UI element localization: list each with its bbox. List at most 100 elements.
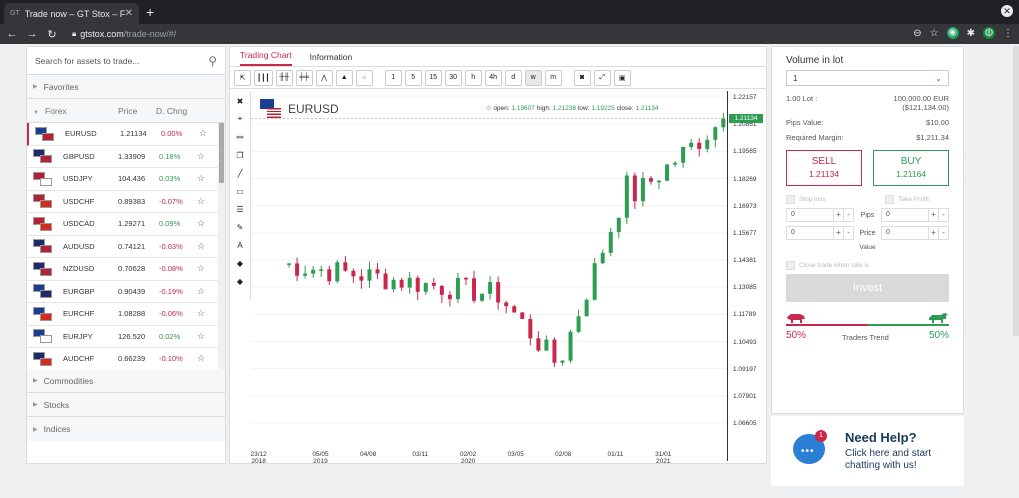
takeprofit-checkbox[interactable]: [885, 195, 895, 204]
favorite-star-icon[interactable]: ☆: [197, 353, 205, 364]
timeframe-4h[interactable]: 4h: [484, 69, 502, 86]
bookmark-star-icon[interactable]: ☆: [930, 28, 939, 39]
stoploss-pips-stepper[interactable]: 0 + -: [786, 208, 854, 222]
timeframe-5[interactable]: 5: [404, 69, 422, 86]
forward-icon[interactable]: →: [24, 28, 40, 40]
rectangle-icon[interactable]: ▭: [232, 183, 248, 199]
favorite-star-icon[interactable]: ☆: [197, 151, 205, 162]
volume-select[interactable]: 1 ⌄: [786, 70, 949, 86]
timeframe-30[interactable]: 30: [444, 69, 462, 86]
help-chat-widget[interactable]: ••• 1 Need Help? Click here and start ch…: [771, 416, 964, 486]
copy-icon[interactable]: ❐: [232, 147, 248, 163]
favorite-star-icon[interactable]: ☆: [197, 308, 205, 319]
line-chart-icon[interactable]: ⋀: [315, 69, 333, 86]
forex-row[interactable]: AUDCHF 0.66239 -0.10% ☆: [27, 348, 225, 369]
timeframe-h[interactable]: h: [464, 69, 482, 86]
close-rate-checkbox[interactable]: [786, 261, 795, 270]
tab-trading-chart[interactable]: Trading Chart: [240, 50, 292, 66]
plus-icon[interactable]: +: [928, 209, 938, 221]
timeframe-d[interactable]: d: [504, 69, 522, 86]
brush-icon[interactable]: ✎: [232, 219, 248, 235]
forex-row[interactable]: AUDUSD 0.74121 -0.03% ☆: [27, 236, 225, 258]
buy-button[interactable]: BUY 1.21164: [873, 150, 949, 186]
takeprofit-toggle[interactable]: Take Profit: [885, 195, 929, 204]
camera-icon[interactable]: ◙: [573, 69, 591, 86]
forex-row[interactable]: USDJPY 104.436 0.03% ☆: [27, 168, 225, 191]
category-stocks[interactable]: ▶ Stocks: [27, 393, 225, 417]
category-indices[interactable]: ▶ Indices: [27, 417, 225, 441]
scroll-thumb[interactable]: [219, 123, 224, 183]
price-chart[interactable]: [251, 91, 727, 461]
search-input[interactable]: Search for assets to trade...: [35, 56, 208, 66]
stepper-value[interactable]: 0: [787, 209, 833, 221]
favorite-star-icon[interactable]: ☆: [197, 286, 205, 297]
crosshair-icon[interactable]: ⌖: [232, 111, 248, 127]
arrow-up-icon[interactable]: ◆: [232, 255, 248, 271]
magnet-icon[interactable]: ⚯: [232, 129, 248, 145]
invest-button[interactable]: Invest: [786, 274, 949, 302]
fibonacci-icon[interactable]: ☰: [232, 201, 248, 217]
back-icon[interactable]: ←: [4, 28, 20, 40]
window-close-icon[interactable]: ✕: [1001, 5, 1013, 17]
takeprofit-price-stepper[interactable]: 0 + -: [880, 226, 949, 240]
timeframe-1[interactable]: 1: [384, 69, 402, 86]
minus-icon[interactable]: -: [938, 209, 948, 221]
close-rate-toggle[interactable]: Close trade when rate is: [786, 261, 949, 270]
zoom-icon[interactable]: ⊖: [913, 28, 921, 39]
eye-icon[interactable]: ◌ ⚙: [480, 105, 492, 112]
forex-row[interactable]: NZDUSD 0.70628 -0.08% ☆: [27, 258, 225, 281]
category-forex[interactable]: ▼ Forex Price D. Chng: [27, 99, 225, 123]
forex-row[interactable]: EURJPY 126.520 0.02% ☆: [27, 326, 225, 348]
list-scrollbar[interactable]: [218, 123, 225, 369]
plus-icon[interactable]: +: [833, 227, 843, 239]
extensions-puzzle-icon[interactable]: ✱: [967, 28, 975, 39]
trendline-icon[interactable]: ╱: [232, 165, 248, 181]
minus-icon[interactable]: -: [843, 227, 853, 239]
delete-drawings-icon[interactable]: ✖: [232, 93, 248, 109]
favorite-star-icon[interactable]: ☆: [197, 196, 205, 207]
forex-row[interactable]: USDCAD 1.29271 0.09% ☆: [27, 213, 225, 236]
hollow-candles-icon[interactable]: ╪╪: [295, 69, 313, 86]
plus-icon[interactable]: +: [927, 227, 938, 239]
takeprofit-pips-stepper[interactable]: 0 + -: [881, 208, 949, 222]
forex-row[interactable]: EURGBP 0.90439 -0.19% ☆: [27, 281, 225, 303]
forex-row[interactable]: GBPUSD 1.33909 0.18% ☆: [27, 146, 225, 168]
minus-icon[interactable]: -: [937, 227, 948, 239]
candles-icon[interactable]: ┃┃┃: [254, 69, 273, 86]
tab-information[interactable]: Information: [310, 52, 353, 66]
stepper-value[interactable]: 0: [882, 227, 928, 239]
sell-button[interactable]: SELL 1.21134: [786, 150, 862, 186]
stepper-value[interactable]: 0: [787, 227, 833, 239]
forex-row[interactable]: USDCHF 0.89383 -0.07% ☆: [27, 191, 225, 213]
bars-icon[interactable]: ╫╫: [275, 69, 293, 86]
favorite-star-icon[interactable]: ☆: [197, 263, 205, 274]
favorite-star-icon[interactable]: ☆: [197, 173, 205, 184]
asset-search[interactable]: Search for assets to trade... ⚲: [27, 47, 225, 75]
favorite-star-icon[interactable]: ☆: [197, 331, 205, 342]
favorite-star-icon[interactable]: ☆: [197, 218, 205, 229]
timeframe-m[interactable]: m: [544, 69, 562, 86]
plus-icon[interactable]: +: [833, 209, 843, 221]
stepper-value[interactable]: 0: [882, 209, 928, 221]
stoploss-price-stepper[interactable]: 0 + -: [786, 226, 854, 240]
stoploss-toggle[interactable]: Stop loss: [786, 195, 826, 204]
category-favorites[interactable]: ▶ Favorites: [27, 75, 225, 99]
timeframe-15[interactable]: 15: [424, 69, 442, 86]
indicator-icon[interactable]: ▣: [613, 69, 631, 86]
forex-row[interactable]: EURCHF 1.08288 -0.06% ☆: [27, 303, 225, 326]
forex-row[interactable]: EURUSD 1.21134 0.00% ☆: [27, 123, 225, 146]
new-tab-icon[interactable]: +: [146, 4, 154, 20]
fullscreen-icon[interactable]: ⤢: [593, 69, 611, 86]
search-icon[interactable]: ⚲: [208, 54, 217, 68]
extension-icon[interactable]: ◉: [946, 27, 959, 39]
address-bar[interactable]: 🔒︎ gtstox.com /trade-now/#/: [72, 29, 176, 39]
favorite-star-icon[interactable]: ☆: [199, 128, 207, 139]
arrow-down-icon[interactable]: ◆: [232, 273, 248, 289]
browser-menu-icon[interactable]: ⋮: [1003, 28, 1013, 39]
browser-tab[interactable]: GT Trade now – GT Stox – For ✕: [4, 3, 139, 24]
favorite-star-icon[interactable]: ☆: [197, 241, 205, 252]
category-commodities[interactable]: ▶ Commodities: [27, 369, 225, 393]
dots-chart-icon[interactable]: ⁘: [355, 69, 373, 86]
timeframe-w[interactable]: w: [524, 69, 542, 86]
text-tool-icon[interactable]: A: [232, 237, 248, 253]
